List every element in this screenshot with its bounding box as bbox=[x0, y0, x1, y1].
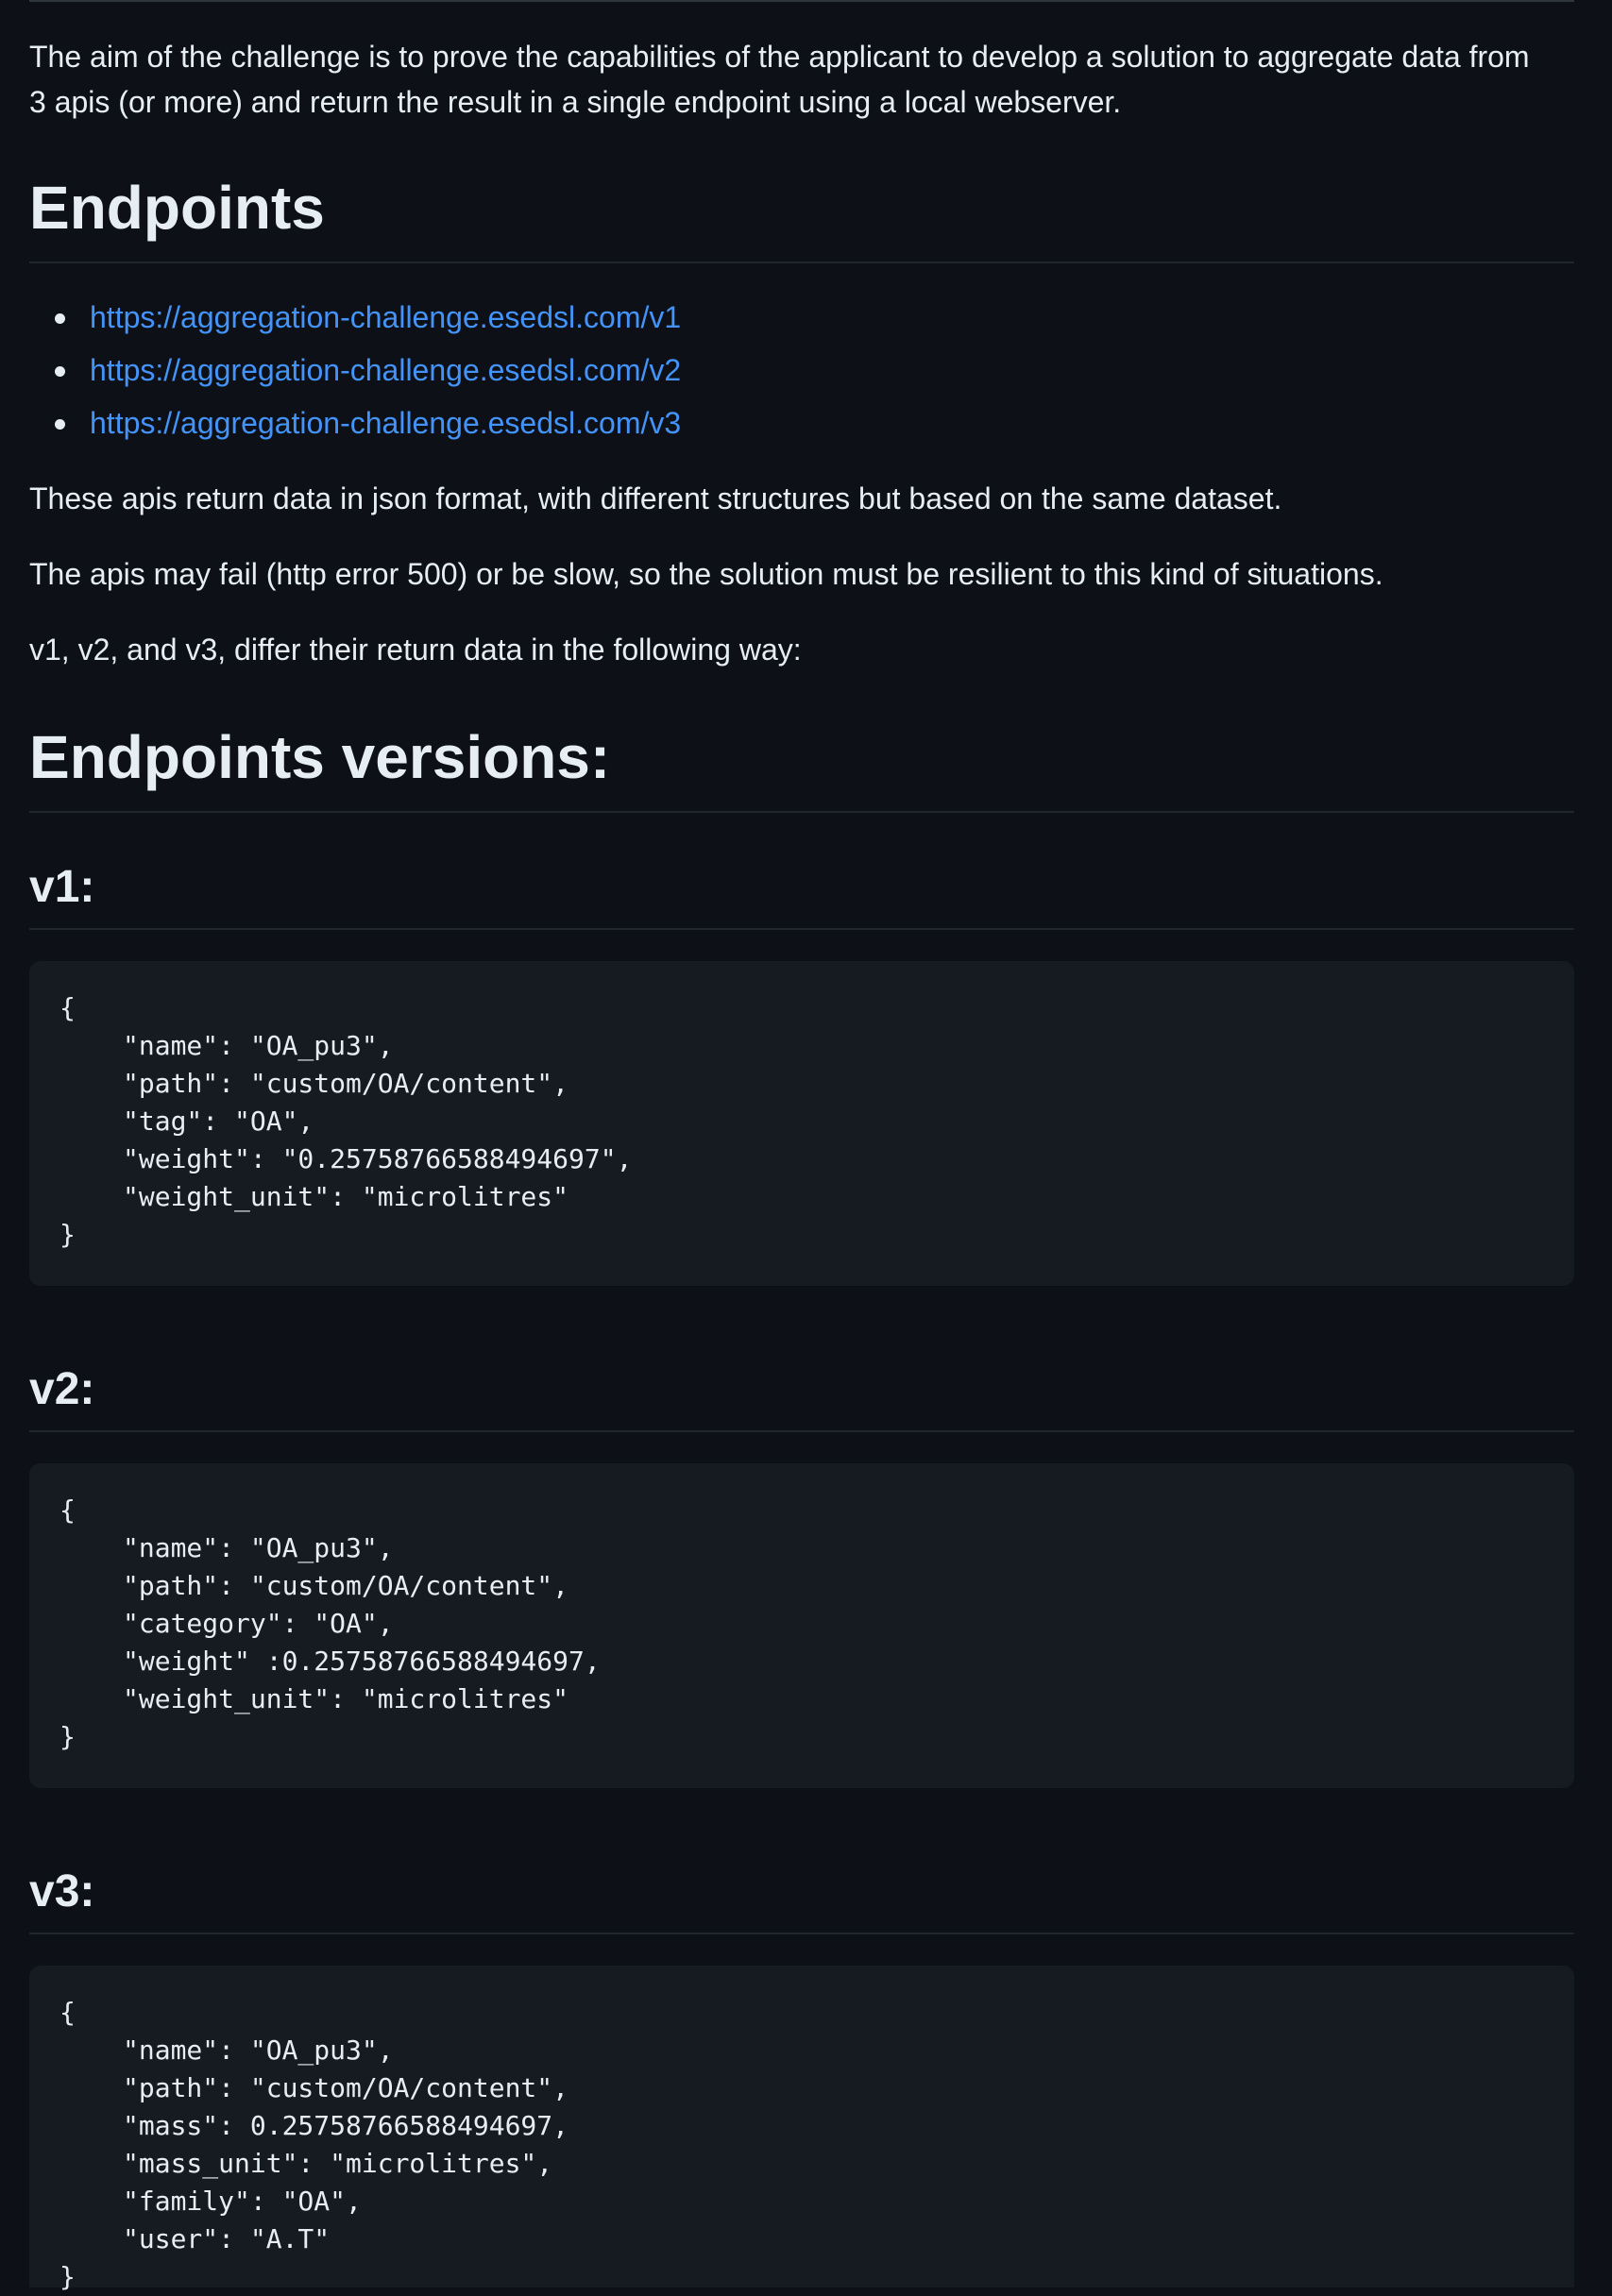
bullet-icon bbox=[55, 313, 65, 324]
endpoint-link-v2[interactable]: https://aggregation-challenge.esedsl.com… bbox=[90, 353, 681, 387]
intro-paragraph: The aim of the challenge is to prove the… bbox=[29, 34, 1574, 125]
code-line: "name": "OA_pu3", bbox=[123, 1532, 394, 1563]
code-line: "category": "OA", bbox=[123, 1608, 394, 1639]
code-line: { bbox=[59, 992, 76, 1023]
code-line: "family": "OA", bbox=[123, 2186, 362, 2217]
code-line: "tag": "OA", bbox=[123, 1106, 314, 1137]
endpoints-heading: Endpoints bbox=[29, 174, 325, 242]
code-line: "mass_unit": "microlitres", bbox=[123, 2148, 553, 2179]
endpoint-list-item: https://aggregation-challenge.esedsl.com… bbox=[29, 291, 681, 344]
code-line: "name": "OA_pu3", bbox=[123, 1030, 394, 1061]
code-line: "path": "custom/OA/content", bbox=[123, 1570, 569, 1601]
endpoint-link-v3[interactable]: https://aggregation-challenge.esedsl.com… bbox=[90, 406, 681, 440]
v2-heading: v2: bbox=[29, 1364, 95, 1414]
bullet-icon bbox=[55, 366, 65, 377]
code-line: "weight" :0.25758766588494697, bbox=[123, 1646, 601, 1677]
code-line: "path": "custom/OA/content", bbox=[123, 2072, 569, 2103]
code-line: "weight": "0.25758766588494697", bbox=[123, 1143, 633, 1174]
bullet-icon bbox=[55, 419, 65, 430]
intro-line-2: 3 apis (or more) and return the result i… bbox=[29, 85, 1122, 119]
endpoint-list-item: https://aggregation-challenge.esedsl.com… bbox=[29, 397, 681, 449]
code-line: } bbox=[59, 1219, 76, 1250]
endpoint-list-item: https://aggregation-challenge.esedsl.com… bbox=[29, 344, 681, 397]
code-line: "user": "A.T" bbox=[123, 2223, 331, 2254]
code-line: } bbox=[59, 1721, 76, 1752]
code-line: "weight_unit": "microlitres" bbox=[123, 1683, 569, 1714]
code-line: { bbox=[59, 1494, 76, 1526]
v3-heading: v3: bbox=[29, 1866, 95, 1916]
v2-heading-divider bbox=[29, 1430, 1574, 1432]
v2-code-block: { "name": "OA_pu3", "path": "custom/OA/c… bbox=[29, 1463, 1574, 1788]
code-line: "weight_unit": "microlitres" bbox=[123, 1181, 569, 1212]
json-format-paragraph: These apis return data in json format, w… bbox=[29, 481, 1282, 515]
versions-heading-divider bbox=[29, 811, 1574, 813]
differences-paragraph: v1, v2, and v3, differ their return data… bbox=[29, 633, 802, 667]
v1-heading: v1: bbox=[29, 862, 95, 912]
code-line: "path": "custom/OA/content", bbox=[123, 1068, 569, 1099]
endpoints-list: https://aggregation-challenge.esedsl.com… bbox=[29, 291, 681, 449]
intro-line-1: The aim of the challenge is to prove the… bbox=[29, 40, 1530, 74]
v1-code-block: { "name": "OA_pu3", "path": "custom/OA/c… bbox=[29, 961, 1574, 1286]
code-line: } bbox=[59, 2261, 76, 2292]
code-line: "mass": 0.25758766588494697, bbox=[123, 2110, 569, 2141]
v3-code-block: { "name": "OA_pu3", "path": "custom/OA/c… bbox=[29, 1966, 1574, 2292]
endpoints-heading-divider bbox=[29, 262, 1574, 263]
v3-heading-divider bbox=[29, 1933, 1574, 1934]
code-line: { bbox=[59, 1997, 76, 2028]
code-line: "name": "OA_pu3", bbox=[123, 2034, 394, 2066]
v1-heading-divider bbox=[29, 928, 1574, 930]
top-divider bbox=[29, 0, 1574, 2]
resilience-paragraph: The apis may fail (http error 500) or be… bbox=[29, 557, 1383, 591]
versions-heading: Endpoints versions: bbox=[29, 723, 611, 791]
endpoint-link-v1[interactable]: https://aggregation-challenge.esedsl.com… bbox=[90, 300, 681, 334]
